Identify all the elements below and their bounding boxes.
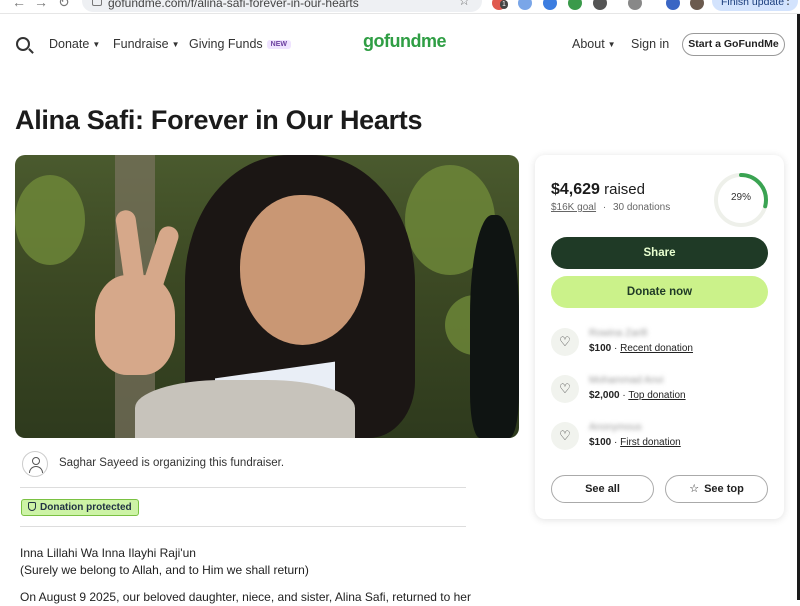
- donor-amount: $100: [589, 437, 612, 448]
- profile-avatar[interactable]: [690, 0, 704, 10]
- photo-face: [240, 195, 365, 345]
- nav-giving-funds-label: Giving Funds: [189, 37, 263, 51]
- photo-background-figure: [470, 215, 519, 438]
- donation-protected-badge[interactable]: Donation protected: [21, 499, 139, 516]
- nav-about[interactable]: About ▼: [572, 37, 616, 51]
- reload-icon[interactable]: ↻: [58, 0, 70, 11]
- see-all-button[interactable]: See all: [551, 475, 654, 503]
- new-badge: NEW: [266, 40, 291, 49]
- donation-protected-label: Donation protected: [40, 502, 132, 513]
- browser-toolbar: ← → ↻ gofundme.com/f/alina-safi-forever-…: [0, 0, 800, 14]
- bookmark-star-icon[interactable]: ☆: [458, 0, 470, 9]
- shield-icon: [28, 502, 36, 511]
- nav-fundraise[interactable]: Fundraise ▼: [113, 37, 180, 51]
- divider: [20, 526, 466, 527]
- extension-icon[interactable]: [593, 0, 607, 10]
- organizer-row: Saghar Sayeed is organizing this fundrai…: [20, 450, 466, 478]
- caret-down-icon: ▼: [171, 40, 180, 49]
- site-info-icon[interactable]: [92, 0, 102, 6]
- star-icon: ☆: [689, 483, 700, 495]
- search-icon[interactable]: [16, 37, 30, 51]
- goal-link[interactable]: $16K goal: [551, 202, 596, 213]
- extension-icon[interactable]: [568, 0, 582, 10]
- back-icon[interactable]: ←: [12, 0, 26, 10]
- photo-foliage: [15, 175, 85, 265]
- heart-hand-icon: ♡: [551, 422, 579, 450]
- donation-card: $4,629 raised $16K goal · 30 donations 2…: [535, 155, 784, 519]
- heart-hand-icon: ♡: [551, 375, 579, 403]
- donor-tag-link[interactable]: Top donation: [628, 390, 685, 401]
- story-line: On August 9 2025, our beloved daughter, …: [20, 590, 471, 604]
- finish-update-label: Finish update: [721, 0, 785, 8]
- donor-tag-link[interactable]: Recent donation: [620, 343, 693, 354]
- menu-dots-icon[interactable]: ⋮: [782, 0, 794, 7]
- amount-raised: $4,629 raised: [551, 181, 645, 199]
- progress-percent: 29%: [730, 192, 751, 203]
- sign-in-link[interactable]: Sign in: [631, 37, 669, 51]
- address-bar[interactable]: gofundme.com/f/alina-safi-forever-in-our…: [82, 0, 482, 12]
- photo-sweater: [135, 380, 355, 438]
- donor-name: Mohammad Anvi: [589, 375, 664, 386]
- see-top-label: See top: [704, 483, 744, 495]
- donor-amount: $100: [589, 343, 612, 354]
- donations-count: 30 donations: [612, 202, 671, 213]
- page-title: Alina Safi: Forever in Our Hearts: [15, 105, 423, 135]
- donor-amount-line: $2,000 · Top donation: [589, 390, 686, 401]
- see-top-button[interactable]: ☆ See top: [665, 475, 768, 503]
- extension-icon[interactable]: [518, 0, 532, 10]
- story-line: Inna Lillahi Wa Inna Ilayhi Raji'un: [20, 546, 196, 560]
- divider: [20, 487, 466, 488]
- caret-down-icon: ▼: [607, 40, 616, 49]
- finish-update-button[interactable]: Finish update ⋮: [712, 0, 798, 11]
- gofundme-logo[interactable]: gofundme: [363, 31, 447, 52]
- progress-ring: 29%: [713, 172, 769, 228]
- extension-icon[interactable]: [628, 0, 642, 10]
- start-gofundme-button[interactable]: Start a GoFundMe: [682, 33, 785, 56]
- download-icon[interactable]: [666, 0, 680, 10]
- caret-down-icon: ▼: [92, 40, 101, 49]
- story-text: Inna Lillahi Wa Inna Ilayhi Raji'un (Sur…: [20, 545, 471, 606]
- donor-amount-line: $100 · First donation: [589, 437, 681, 448]
- donor-item: ♡ Mohammad Anvi $2,000 · Top donation: [551, 372, 768, 408]
- photo-hand: [95, 275, 175, 375]
- donor-name: Rowina Zarifi: [589, 328, 648, 339]
- extension-icon[interactable]: [543, 0, 557, 10]
- organizer-text: Saghar Sayeed is organizing this fundrai…: [59, 457, 285, 469]
- story-line: (Surely we belong to Allah, and to Him w…: [20, 563, 309, 577]
- donor-amount-line: $100 · Recent donation: [589, 343, 693, 354]
- donor-name: Anonymous: [589, 422, 642, 433]
- extension-badge: 1: [500, 0, 508, 9]
- goal-line: $16K goal · 30 donations: [551, 202, 670, 213]
- nav-donate[interactable]: Donate ▼: [49, 37, 100, 51]
- separator-dot: ·: [602, 202, 607, 213]
- nav-donate-label: Donate: [49, 37, 90, 51]
- donor-tag-link[interactable]: First donation: [620, 437, 681, 448]
- forward-icon[interactable]: →: [34, 0, 48, 10]
- nav-giving-funds[interactable]: Giving Funds NEW: [189, 37, 291, 51]
- url-text[interactable]: gofundme.com/f/alina-safi-forever-in-our…: [108, 0, 359, 10]
- nav-about-label: About: [572, 37, 605, 51]
- donate-now-button[interactable]: Donate now: [551, 276, 768, 308]
- donor-item: ♡ Rowina Zarifi $100 · Recent donation: [551, 325, 768, 361]
- raised-label: raised: [604, 181, 645, 198]
- share-button[interactable]: Share: [551, 237, 768, 269]
- donor-item: ♡ Anonymous $100 · First donation: [551, 419, 768, 455]
- raised-amount: $4,629: [551, 181, 600, 198]
- nav-fundraise-label: Fundraise: [113, 37, 169, 51]
- campaign-photo[interactable]: [15, 155, 519, 438]
- site-header: Donate ▼ Fundraise ▼ Giving Funds NEW gofun…: [0, 28, 800, 64]
- heart-hand-icon: ♡: [551, 328, 579, 356]
- user-avatar-icon: [22, 451, 48, 477]
- donor-amount: $2,000: [589, 390, 620, 401]
